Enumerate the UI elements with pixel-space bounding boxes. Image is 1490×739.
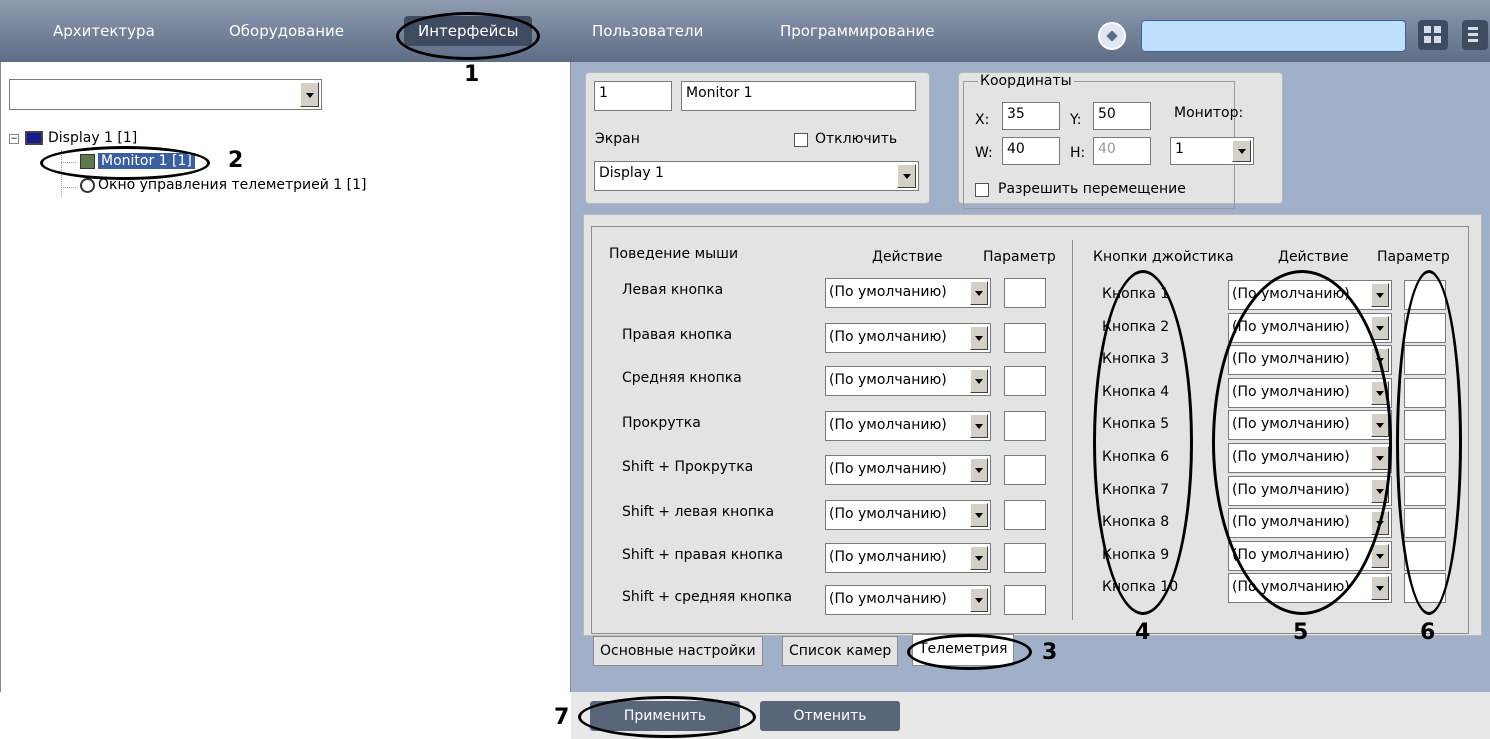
display-icon (25, 131, 43, 145)
annotation-oval-monitor (40, 146, 210, 180)
object-properties-group: 1 Monitor 1 Экран Отключить Display 1 (585, 72, 930, 204)
disable-label: Отключить (815, 131, 898, 147)
annotation-oval-telemetry (907, 634, 1032, 670)
monitor-select[interactable]: 1 (1170, 137, 1254, 165)
disable-checkbox[interactable] (794, 133, 808, 147)
annotation-number-6: 6 (1420, 620, 1436, 645)
chevron-down-icon[interactable] (970, 588, 988, 612)
object-id-field[interactable]: 1 (594, 81, 672, 111)
chevron-down-icon[interactable] (1371, 283, 1389, 307)
mouse-row-label: Shift + средняя кнопка (622, 589, 793, 605)
annotation-number-4: 4 (1135, 620, 1151, 645)
object-name-field[interactable]: Monitor 1 (681, 81, 916, 111)
mouse-param-field[interactable] (1004, 278, 1046, 308)
nav-tab-equipment[interactable]: Оборудование (229, 22, 344, 40)
allow-move-label: Разрешить перемещение (998, 181, 1186, 197)
w-label: W: (975, 145, 993, 161)
mouse-param-field[interactable] (1004, 500, 1046, 530)
mouse-row-label: Левая кнопка (622, 282, 724, 298)
nav-tab-users[interactable]: Пользователи (592, 22, 703, 40)
mouse-param-header: Параметр (983, 249, 1056, 265)
telemetry-icon (80, 178, 95, 193)
collapse-toggle-icon[interactable]: − (9, 134, 19, 144)
annotation-number-2: 2 (228, 148, 244, 173)
width-field[interactable]: 40 (1002, 137, 1060, 165)
monitor-label: Монитор: (1174, 105, 1244, 121)
screen-select[interactable]: Display 1 (594, 161, 919, 191)
top-navigation-bar: Архитектура Оборудование Интерфейсы Поль… (0, 0, 1490, 62)
mouse-row-label: Правая кнопка (622, 327, 733, 343)
mouse-action-select[interactable]: (По умолчанию) (825, 585, 991, 615)
joystick-param-header: Параметр (1377, 249, 1450, 265)
mouse-action-select[interactable]: (По умолчанию) (825, 500, 991, 530)
mouse-param-field[interactable] (1004, 543, 1046, 573)
chevron-down-icon[interactable] (1371, 576, 1389, 601)
tree-item-display[interactable]: Display 1 [1] (48, 130, 137, 146)
chevron-down-icon[interactable] (897, 164, 916, 188)
mouse-row-label: Shift + левая кнопка (622, 504, 775, 520)
mouse-action-select[interactable]: (По умолчанию) (825, 323, 991, 353)
mouse-row-label: Прокрутка (622, 415, 701, 431)
y-coordinate-field[interactable]: 50 (1093, 102, 1151, 130)
tab-camera-list[interactable]: Список камер (782, 636, 899, 666)
compass-icon[interactable] (1098, 22, 1126, 50)
mouse-param-field[interactable] (1004, 366, 1046, 396)
mouse-param-field[interactable] (1004, 323, 1046, 353)
chevron-down-icon[interactable] (970, 546, 988, 570)
mouse-param-field[interactable] (1004, 411, 1046, 441)
mouse-action-header: Действие (872, 249, 943, 265)
annotation-number-7: 7 (554, 705, 570, 730)
mouse-param-field[interactable] (1004, 585, 1046, 615)
object-type-select[interactable] (9, 79, 322, 110)
chevron-down-icon[interactable] (300, 82, 319, 107)
mouse-action-select[interactable]: (По умолчанию) (825, 366, 991, 396)
chevron-down-icon[interactable] (1371, 543, 1389, 568)
annotation-number-1: 1 (464, 62, 480, 87)
mouse-row-label: Средняя кнопка (622, 370, 742, 386)
screen-label: Экран (595, 131, 640, 147)
x-label: X: (975, 112, 990, 128)
annotation-oval-interfaces (396, 12, 540, 60)
chevron-down-icon[interactable] (970, 326, 988, 350)
x-coordinate-field[interactable]: 35 (1002, 102, 1060, 130)
h-label: H: (1070, 145, 1086, 161)
nav-tab-programming[interactable]: Программирование (780, 22, 934, 40)
annotation-number-5: 5 (1293, 620, 1309, 645)
mouse-row-label: Shift + правая кнопка (622, 547, 784, 563)
menu-list-icon[interactable] (1462, 20, 1488, 50)
chevron-down-icon[interactable] (970, 369, 988, 393)
chevron-down-icon[interactable] (970, 503, 988, 527)
cancel-button[interactable]: Отменить (760, 701, 900, 731)
joystick-buttons-header: Кнопки джойстика (1093, 249, 1234, 265)
mouse-action-select[interactable]: (По умолчанию) (825, 278, 991, 308)
coordinates-title: Координаты (978, 73, 1074, 89)
mouse-behavior-header: Поведение мыши (609, 246, 739, 262)
annotation-oval-joystick-buttons (1093, 270, 1193, 615)
y-label: Y: (1070, 112, 1082, 128)
mouse-action-select[interactable]: (По умолчанию) (825, 455, 991, 485)
height-field[interactable]: 40 (1093, 137, 1151, 165)
annotation-oval-joystick-actions (1212, 270, 1392, 615)
nav-tab-architecture[interactable]: Архитектура (53, 22, 155, 40)
chevron-down-icon[interactable] (970, 414, 988, 438)
annotation-oval-apply (578, 696, 756, 738)
chevron-down-icon[interactable] (970, 458, 988, 482)
search-input[interactable] (1141, 20, 1406, 52)
layout-grid-icon[interactable] (1418, 20, 1448, 50)
annotation-oval-joystick-params (1396, 270, 1462, 615)
annotation-number-3: 3 (1042, 640, 1058, 665)
joystick-action-header: Действие (1278, 249, 1349, 265)
mouse-action-select[interactable]: (По умолчанию) (825, 411, 991, 441)
chevron-down-icon[interactable] (1371, 315, 1389, 340)
tab-basic-settings[interactable]: Основные настройки (593, 636, 763, 666)
allow-move-checkbox[interactable] (975, 183, 989, 197)
chevron-down-icon[interactable] (970, 281, 988, 305)
section-divider (1072, 240, 1073, 620)
mouse-row-label: Shift + Прокрутка (622, 459, 754, 475)
mouse-param-field[interactable] (1004, 455, 1046, 485)
chevron-down-icon[interactable] (1232, 140, 1251, 162)
mouse-action-select[interactable]: (По умолчанию) (825, 543, 991, 573)
